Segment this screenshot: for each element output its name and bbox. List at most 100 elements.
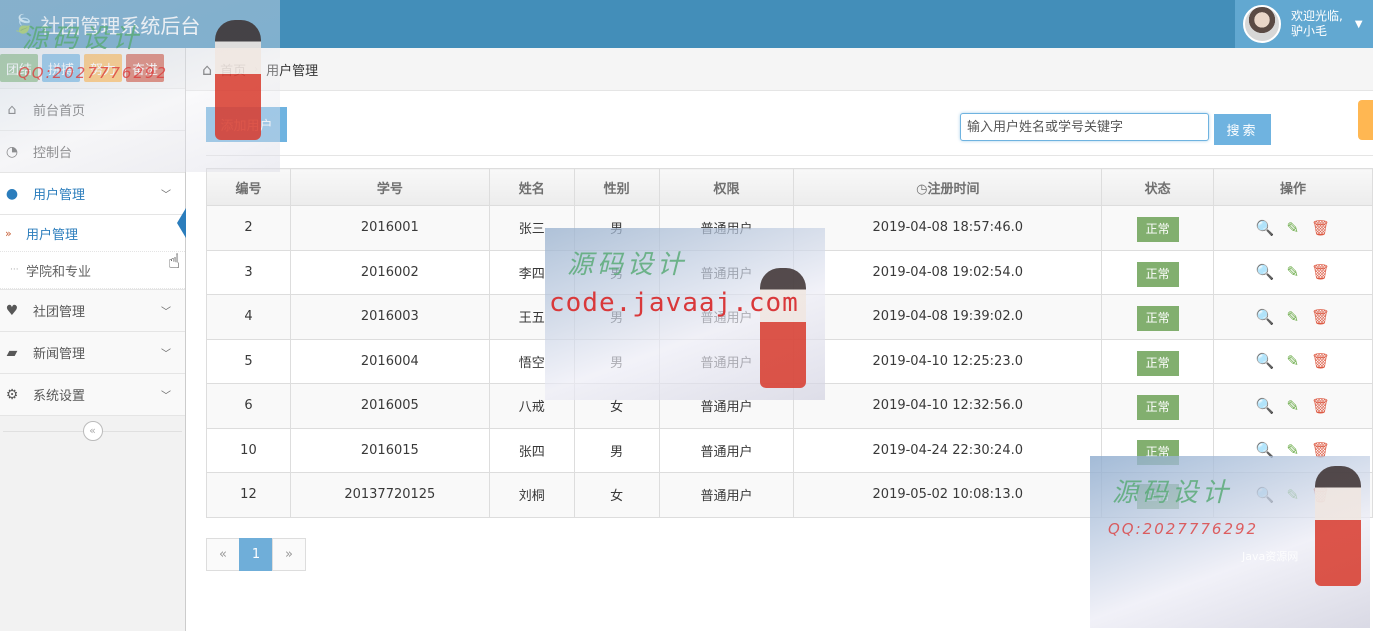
status-badge: 正常 [1136, 217, 1179, 243]
watermark-site: Java资源网 [1242, 550, 1299, 563]
cell-status: 正常 [1101, 383, 1215, 429]
status-badge: 正常 [1136, 350, 1179, 376]
table-row: 3 2016002 李四男普通用户 2019-04-08 19:02:54.0 正常 🔍 ✎… [206, 249, 1373, 295]
status-badge: 正常 [1136, 439, 1179, 465]
view-icon[interactable]: 🔍 [1256, 397, 1275, 415]
edit-icon[interactable]: ✎ [1287, 263, 1300, 281]
pagination: « 1 » [206, 538, 306, 571]
column-header-student-no[interactable]: 学号 [289, 168, 490, 206]
double-angle-right-icon: » [5, 226, 12, 240]
row-actions: 🔍 ✎ 🗑 [1214, 352, 1372, 370]
view-icon[interactable]: 🔍 [1256, 352, 1275, 370]
cell-registered: 2019-04-08 18:57:46.0 [793, 205, 1103, 251]
table-row: 10 2016015 张四男普通用户 2019-04-24 22:30:24.0 正常 🔍… [206, 427, 1373, 473]
cell-gender: 女 [573, 472, 660, 518]
trash-icon[interactable]: 🗑 [1311, 308, 1330, 326]
column-header-id[interactable]: 编号 [206, 168, 291, 206]
edit-icon[interactable]: ✎ [1287, 219, 1300, 237]
sidebar-item-news[interactable]: ▰ 新闻管理 ﹀ [0, 331, 185, 373]
sidebar-item-label: 系统设置 [33, 389, 86, 404]
active-indicator-arrow [177, 208, 186, 238]
sidebar-item-label: 控制台 [33, 146, 73, 161]
sidebar-collapse-button[interactable]: « [82, 420, 103, 441]
table-row: 12 20137720125 刘桐女普通用户 2019-05-02 10:08:13.… [206, 472, 1373, 518]
cell-gender: 男 [573, 294, 660, 340]
cell-status: 正常 [1101, 472, 1215, 518]
gear-icon: ⚙ [5, 386, 19, 403]
trash-icon[interactable]: 🗑 [1311, 486, 1330, 504]
cell-id: 3 [206, 249, 291, 295]
column-header-registered[interactable]: ◷注册时间 [793, 168, 1103, 206]
user-menu[interactable]: 欢迎光临, 驴小毛 ▼ [1235, 0, 1373, 48]
shortcut-button-2[interactable]: 拼搏 [42, 54, 80, 82]
view-icon[interactable]: 🔍 [1256, 441, 1275, 459]
pagination-prev[interactable]: « [206, 538, 240, 571]
sidebar-item-clubs[interactable]: ♥ 社团管理 ﹀ [0, 289, 185, 331]
trash-icon[interactable]: 🗑 [1311, 441, 1330, 459]
cell-student-no: 20137720125 [289, 472, 490, 518]
sidebar-item-settings[interactable]: ⚙ 系统设置 ﹀ [0, 373, 185, 415]
search-button[interactable]: 搜索 [1214, 114, 1271, 145]
column-header-role[interactable]: 权限 [658, 168, 795, 206]
leaf-icon: 🍃 [12, 14, 35, 35]
edit-icon[interactable]: ✎ [1287, 397, 1300, 415]
cell-role: 普通用户 [658, 472, 795, 518]
view-icon[interactable]: 🔍 [1256, 486, 1275, 504]
trash-icon[interactable]: 🗑 [1311, 219, 1330, 237]
cell-gender: 男 [573, 205, 660, 251]
cell-student-no: 2016002 [289, 249, 490, 295]
view-icon[interactable]: 🔍 [1256, 263, 1275, 281]
table-row: 6 2016005 八戒女普通用户 2019-04-10 12:32:56.0 正常 🔍 ✎… [206, 383, 1373, 429]
breadcrumb-home-link[interactable]: 首页 [220, 60, 246, 79]
chevron-down-icon: ﹀ [161, 391, 171, 402]
cell-role: 普通用户 [658, 294, 795, 340]
row-actions: 🔍 ✎ 🗑 [1214, 441, 1372, 459]
shortcut-button-3[interactable]: 努力 [84, 54, 122, 82]
pagination-next[interactable]: » [272, 538, 306, 571]
column-header-actions: 操作 [1213, 168, 1373, 206]
cell-name: 李四 [488, 249, 575, 295]
submenu-item-colleges[interactable]: ··· 学院和专业 [0, 252, 185, 289]
sidebar-item-user-management[interactable]: ● 用户管理 ﹀ [0, 172, 185, 214]
edge-side-button[interactable] [1358, 100, 1373, 140]
submenu-item-users[interactable]: » 用户管理 [0, 215, 185, 252]
trash-icon[interactable]: 🗑 [1311, 263, 1330, 281]
shortcut-button-1[interactable]: 团结 [0, 54, 38, 82]
view-icon[interactable]: 🔍 [1256, 308, 1275, 326]
edit-icon[interactable]: ✎ [1287, 308, 1300, 326]
shortcut-buttons: 团结 拼搏 努力 奋进 [0, 48, 185, 88]
app-brand[interactable]: 🍃 社团管理系统后台 [12, 10, 200, 39]
sidebar-item-frontpage[interactable]: ⌂ 前台首页 [0, 88, 185, 130]
search-input[interactable] [960, 113, 1209, 141]
edit-icon[interactable]: ✎ [1287, 441, 1300, 459]
add-user-button[interactable]: 添加用户 [206, 107, 287, 142]
book-icon: ▰ [6, 344, 18, 361]
cell-registered: 2019-04-10 12:32:56.0 [793, 383, 1103, 429]
edit-icon[interactable]: ✎ [1287, 352, 1300, 370]
edit-icon[interactable]: ✎ [1287, 486, 1300, 504]
column-header-status[interactable]: 状态 [1101, 168, 1215, 206]
cell-status: 正常 [1101, 205, 1215, 251]
toolbar-divider [206, 155, 1373, 156]
avatar [1243, 5, 1281, 43]
cell-id: 2 [206, 205, 291, 251]
shortcut-button-4[interactable]: 奋进 [126, 54, 164, 82]
view-icon[interactable]: 🔍 [1256, 219, 1275, 237]
column-header-gender[interactable]: 性别 [573, 168, 660, 206]
cell-role: 普通用户 [658, 383, 795, 429]
sidebar-item-dashboard[interactable]: ◔ 控制台 [0, 130, 185, 172]
row-actions: 🔍 ✎ 🗑 [1214, 486, 1372, 504]
cell-id: 4 [206, 294, 291, 340]
status-badge: 正常 [1136, 395, 1179, 421]
row-actions: 🔍 ✎ 🗑 [1214, 263, 1372, 281]
cell-actions: 🔍 ✎ 🗑 [1213, 294, 1373, 340]
app-title: 社团管理系统后台 [40, 14, 201, 38]
watermark-qq: QQ:2027776292 [1108, 520, 1259, 538]
trash-icon[interactable]: 🗑 [1311, 352, 1330, 370]
column-header-name[interactable]: 姓名 [488, 168, 575, 206]
breadcrumb-separator-icon: › [254, 63, 259, 75]
pagination-page-1[interactable]: 1 [239, 538, 273, 571]
trash-icon[interactable]: 🗑 [1311, 397, 1330, 415]
cell-status: 正常 [1101, 338, 1215, 384]
cell-registered: 2019-04-08 19:39:02.0 [793, 294, 1103, 340]
